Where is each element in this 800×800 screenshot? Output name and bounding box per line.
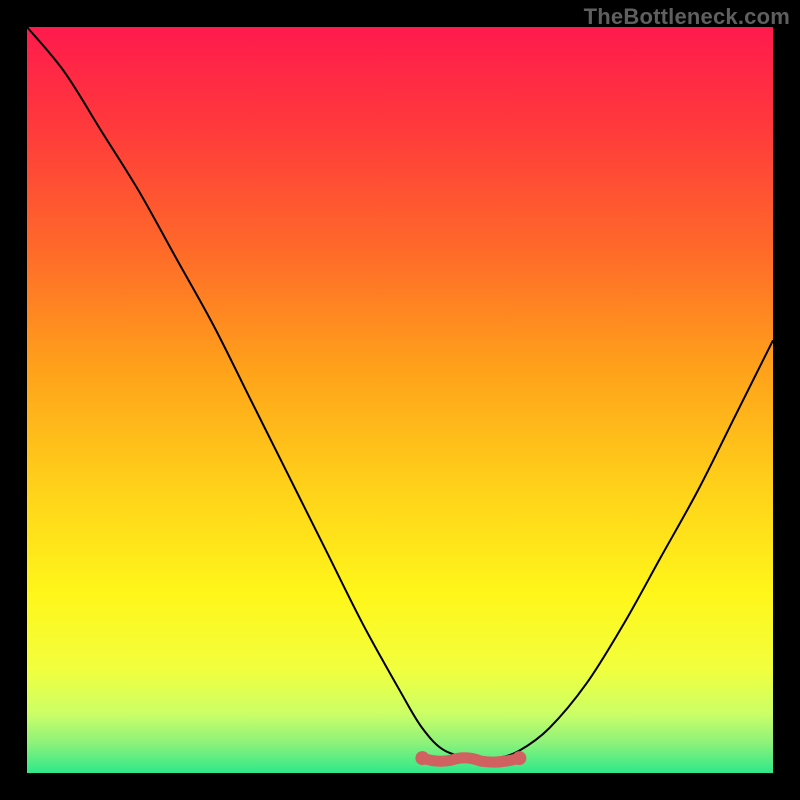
optimal-range-band xyxy=(422,758,519,762)
chart-frame: TheBottleneck.com xyxy=(0,0,800,800)
watermark-text: TheBottleneck.com xyxy=(584,4,790,30)
optimal-range-start-dot xyxy=(415,751,429,765)
bottleneck-chart xyxy=(0,0,800,800)
plot-background xyxy=(27,27,773,773)
optimal-range-end-dot xyxy=(512,751,526,765)
